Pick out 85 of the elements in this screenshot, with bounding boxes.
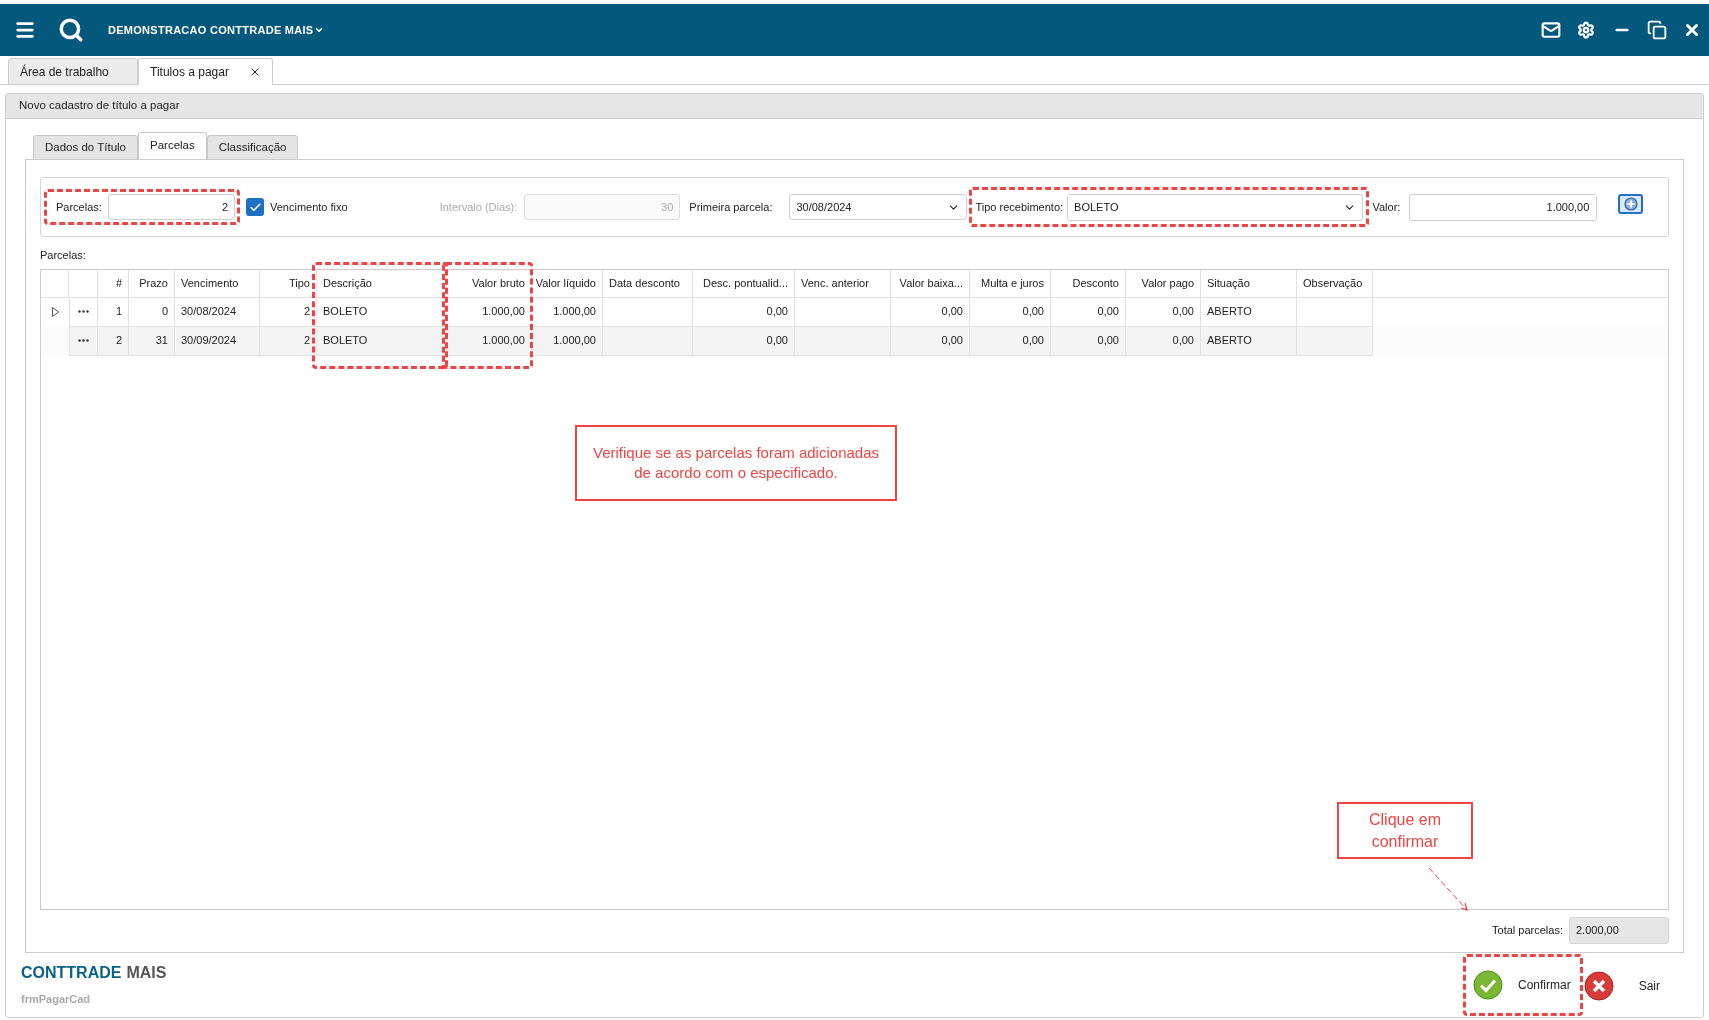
- column-header[interactable]: Observação: [1297, 269, 1373, 297]
- table-label: Parcelas:: [40, 248, 87, 263]
- table-cell: 1.000,00: [532, 326, 603, 356]
- column-header[interactable]: Valor líquido: [532, 269, 603, 297]
- date-select[interactable]: 30/08/2024: [789, 194, 968, 220]
- table-cell: 2: [98, 326, 129, 356]
- cancel-icon: [1583, 971, 1614, 1001]
- column-header[interactable]: Prazo: [129, 269, 175, 297]
- field-label: Vencimento fixo: [270, 199, 348, 215]
- table-cell: 0,00: [1126, 326, 1201, 356]
- table-cell: 0,00: [891, 326, 970, 356]
- field-label: Parcelas:: [56, 199, 102, 215]
- search-icon[interactable]: [58, 17, 84, 43]
- table-cell: 0: [129, 297, 175, 327]
- form-title: Novo cadastro de título a pagar: [19, 98, 180, 114]
- table-cell: 0,00: [693, 297, 795, 327]
- restore-icon[interactable]: [1647, 20, 1667, 40]
- brand-name: CONTTRADE: [21, 963, 122, 983]
- field-label: Primeira parcela:: [689, 199, 773, 215]
- form-tab[interactable]: Dados do Título: [33, 135, 138, 160]
- window-tab[interactable]: Titulos a pagar: [138, 58, 273, 85]
- add-button[interactable]: [1618, 194, 1644, 214]
- column-header[interactable]: Vencimento: [175, 269, 260, 297]
- column-header[interactable]: Valor pago: [1126, 269, 1201, 297]
- menu-icon[interactable]: [14, 19, 36, 41]
- column-header[interactable]: Valor bruto: [447, 269, 532, 297]
- total-label: Total parcelas:: [1492, 923, 1563, 939]
- form-tab[interactable]: Classificação: [206, 135, 299, 160]
- table-cell: 0,00: [1051, 297, 1126, 327]
- pointer-arrow: [1427, 866, 1471, 914]
- table-cell: 0,00: [693, 326, 795, 356]
- input-field[interactable]: 1.000,00: [1409, 193, 1598, 221]
- table-cell: 1: [98, 297, 129, 327]
- field-label: Intervalo (Dias):: [439, 199, 518, 215]
- table-cell: 1.000,00: [447, 326, 532, 356]
- table-cell: 0,00: [1051, 326, 1126, 356]
- column-header[interactable]: Venc. anterior: [795, 269, 891, 297]
- check-icon: [248, 200, 262, 214]
- more-icon[interactable]: [78, 339, 89, 342]
- callout-note: Clique em confirmar: [1337, 802, 1473, 859]
- brand-suffix: MAIS: [126, 963, 167, 983]
- column-header[interactable]: Valor baixa...: [891, 269, 970, 297]
- table-cell: 1.000,00: [532, 297, 603, 327]
- exit-button[interactable]: Sair: [1583, 966, 1688, 1006]
- close-icon[interactable]: [1683, 21, 1701, 39]
- field-label: Valor:: [1372, 199, 1401, 215]
- window-tab[interactable]: Área de trabalho: [8, 58, 138, 85]
- table-cell: BOLETO: [317, 297, 447, 327]
- caret-icon[interactable]: [314, 25, 325, 35]
- column-header[interactable]: Desc. pontualid...: [693, 269, 795, 297]
- table-cell: 2: [260, 297, 317, 327]
- column-header[interactable]: Multa e juros: [970, 269, 1051, 297]
- mail-icon[interactable]: [1541, 20, 1561, 40]
- total-field: 2.000,00: [1569, 917, 1669, 944]
- table-cell: 1.000,00: [447, 297, 532, 327]
- table-cell: 0,00: [970, 326, 1051, 356]
- table-cell: 2: [260, 326, 317, 356]
- table-cell: ABERTO: [1201, 326, 1297, 356]
- form-name: frmPagarCad: [21, 992, 92, 1007]
- callout-note: Verifique se as parcelas foram adicionadas de acordo com o especificado.: [575, 425, 897, 501]
- table-cell: ABERTO: [1201, 297, 1297, 327]
- column-header[interactable]: Situação: [1201, 269, 1297, 297]
- table-cell: 0,00: [891, 297, 970, 327]
- column-header[interactable]: Tipo: [260, 269, 317, 297]
- settings-icon[interactable]: [1577, 21, 1595, 39]
- check-icon: [1472, 970, 1503, 1000]
- table-cell: 0,00: [970, 297, 1051, 327]
- plus-icon: [1623, 197, 1638, 211]
- checkbox[interactable]: [246, 198, 264, 216]
- form-tab[interactable]: Parcelas: [138, 132, 207, 160]
- column-header[interactable]: #: [98, 269, 129, 297]
- table-cell: 30/09/2024: [175, 326, 260, 356]
- confirm-button[interactable]: Confirmar: [1472, 965, 1573, 1005]
- table-cell: BOLETO: [317, 326, 447, 356]
- column-header[interactable]: Data desconto: [603, 269, 693, 297]
- field-label: Tipo recebimento:: [975, 199, 1064, 215]
- more-icon[interactable]: [78, 310, 89, 313]
- input-field[interactable]: 2: [107, 194, 235, 220]
- table-cell: 31: [129, 326, 175, 356]
- payment-type-select[interactable]: BOLETO: [1067, 193, 1364, 221]
- table-cell: 0,00: [1126, 297, 1201, 327]
- table-cell: 30/08/2024: [175, 297, 260, 327]
- column-header[interactable]: Desconto: [1051, 269, 1126, 297]
- app-title[interactable]: DEMONSTRACAO CONTTRADE MAIS: [108, 21, 314, 39]
- column-header[interactable]: Descrição: [317, 269, 447, 297]
